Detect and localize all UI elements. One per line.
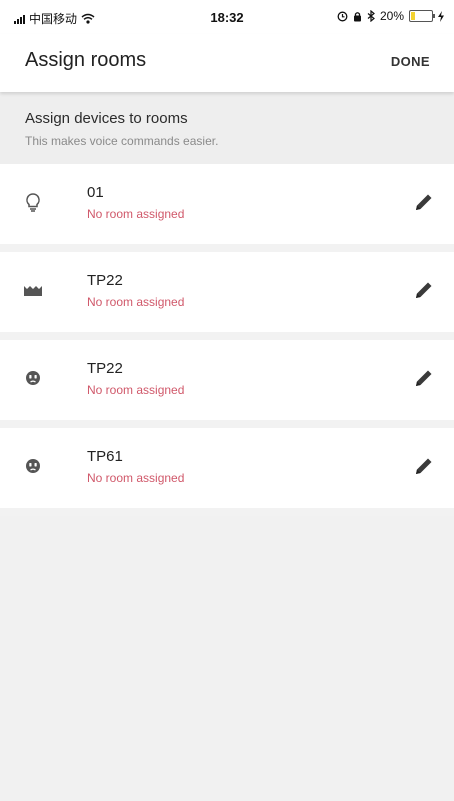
section-subtitle: This makes voice commands easier. <box>25 134 219 148</box>
status-right: 20% <box>337 9 444 23</box>
device-list: 01 No room assigned TP22 No room assigne… <box>0 164 454 516</box>
page-title: Assign rooms <box>25 49 147 71</box>
device-name: TP61 <box>87 448 123 465</box>
battery-icon <box>409 10 435 22</box>
plug-icon <box>26 371 40 385</box>
device-name: TP22 <box>87 360 123 377</box>
device-row[interactable]: TP61 No room assigned <box>0 428 454 508</box>
edit-pencil-icon[interactable] <box>412 454 436 478</box>
device-room-status: No room assigned <box>87 295 185 309</box>
device-row[interactable]: 01 No room assigned <box>0 164 454 244</box>
done-button[interactable]: DONE <box>391 54 430 69</box>
lock-rotation-icon <box>353 11 361 21</box>
device-room-status: No room assigned <box>87 207 185 221</box>
bluetooth-icon <box>367 10 375 22</box>
status-bar: 中国移动 18:32 20% <box>0 0 454 34</box>
edit-pencil-icon[interactable] <box>412 366 436 390</box>
bulb-icon <box>26 193 40 212</box>
plug-icon <box>26 459 40 473</box>
charging-icon <box>438 10 444 22</box>
section-title: Assign devices to rooms <box>25 110 188 127</box>
device-room-status: No room assigned <box>87 471 185 485</box>
device-room-status: No room assigned <box>87 383 185 397</box>
section-header: Assign devices to rooms This makes voice… <box>0 92 454 164</box>
device-row[interactable]: TP22 No room assigned <box>0 252 454 332</box>
edit-pencil-icon[interactable] <box>412 190 436 214</box>
empty-area <box>0 516 454 801</box>
battery-percent: 20% <box>379 9 404 23</box>
device-name: TP22 <box>87 272 123 289</box>
edit-pencil-icon[interactable] <box>412 278 436 302</box>
device-name: 01 <box>87 184 104 201</box>
alarm-icon <box>337 11 348 21</box>
device-row[interactable]: TP22 No room assigned <box>0 340 454 420</box>
app-bar: Assign rooms DONE <box>0 34 454 92</box>
light-strip-icon <box>24 286 42 296</box>
